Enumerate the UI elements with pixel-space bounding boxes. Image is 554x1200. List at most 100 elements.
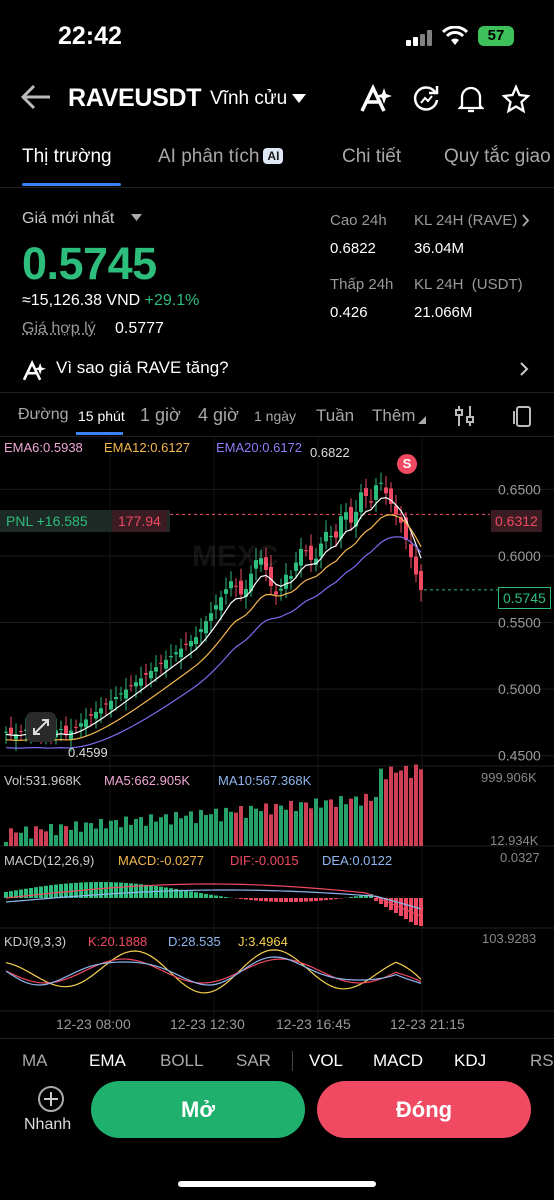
macd-bar (164, 887, 168, 898)
interval-more[interactable]: Thêm (372, 406, 415, 426)
back-arrow-icon[interactable] (20, 82, 52, 112)
volume-bar (54, 835, 58, 846)
volume-bar (259, 811, 263, 846)
open-position-button[interactable]: Mở (91, 1081, 305, 1138)
candle-body (99, 708, 103, 714)
macd-bar (159, 886, 163, 898)
volume-bar (334, 806, 338, 846)
volume-bar (39, 829, 43, 846)
volume-bar (274, 803, 278, 846)
volume-bar (284, 809, 288, 846)
interval-1h[interactable]: 1 giờ (140, 405, 181, 426)
indicator-ma[interactable]: MA (22, 1051, 48, 1071)
macd-bar (299, 898, 303, 902)
macd-bar (269, 898, 273, 902)
macd-bar (224, 897, 228, 898)
volume-bar (209, 814, 213, 846)
refresh-chart-icon[interactable] (412, 84, 440, 114)
volume-bar (4, 842, 8, 846)
volume-bar (344, 804, 348, 846)
macd-bar (404, 898, 408, 919)
macd-bar (129, 883, 133, 898)
ma10-value: MA10:567.368K (218, 773, 312, 788)
interval-line[interactable]: Đường (18, 406, 69, 424)
macd-bar (239, 898, 243, 899)
ema6-value: EMA6:0.5938 (4, 440, 83, 455)
vol-usdt: 21.066M (414, 304, 473, 321)
indicator-settings-icon[interactable] (454, 404, 476, 428)
tab-ai-analysis[interactable]: AI phân tích AI (158, 146, 284, 168)
ai-icon[interactable] (360, 84, 394, 114)
expand-chart-button[interactable] (26, 712, 56, 742)
tab-rules[interactable]: Quy tắc giao (444, 146, 551, 168)
ai-icon (22, 360, 46, 381)
caret-down-icon[interactable] (292, 94, 306, 104)
candle-body (304, 550, 308, 552)
tab-details[interactable]: Chi tiết (342, 146, 401, 168)
volume-bar (169, 824, 173, 846)
quick-add-button[interactable] (38, 1086, 64, 1112)
macd-bar (124, 882, 128, 898)
candle-body (204, 621, 208, 634)
macd-bar (419, 898, 423, 926)
interval-1d[interactable]: 1 ngày (254, 408, 296, 424)
macd-bar (329, 898, 333, 900)
current-price-tag: 0.5745 (498, 587, 551, 609)
vol-rave-label[interactable]: KL 24H (RAVE) (414, 212, 517, 229)
candle-body (164, 659, 168, 669)
volume-bar (119, 827, 123, 846)
volume-bar (114, 820, 118, 846)
candle-body (89, 714, 93, 716)
macd-bar (354, 896, 358, 898)
star-icon[interactable] (502, 84, 530, 114)
candle-body (284, 574, 288, 589)
last-price: 0.5745 (22, 238, 157, 289)
candle-body (354, 511, 358, 527)
macd-bar (324, 898, 328, 901)
macd-bar (334, 898, 338, 900)
candle-body (294, 562, 298, 571)
indicator-ema[interactable]: EMA (89, 1051, 126, 1071)
ema20-value: EMA20:0.6172 (216, 440, 303, 455)
candle-body (279, 588, 283, 591)
candle-body (19, 731, 23, 733)
macd-value: MACD:-0.0277 (118, 853, 204, 868)
change-percent: +29.1% (144, 292, 200, 309)
interval-15m[interactable]: 15 phút (78, 408, 125, 424)
candle-body (119, 693, 123, 695)
indicator-kdj[interactable]: KDJ (454, 1051, 486, 1071)
interval-week[interactable]: Tuần (316, 406, 354, 426)
wifi-icon (442, 26, 468, 45)
battery-level: 57 (487, 27, 505, 44)
candle-body (364, 488, 368, 497)
quick-label[interactable]: Nhanh (24, 1116, 71, 1134)
candle-body (189, 641, 193, 647)
low-24h-label: Thấp 24h (330, 276, 394, 293)
close-position-button[interactable]: Đóng (317, 1081, 531, 1138)
tab-market[interactable]: Thị trường (22, 146, 112, 168)
macd-bar (409, 898, 413, 922)
interval-4h[interactable]: 4 giờ (198, 405, 239, 426)
sell-marker[interactable]: S (397, 454, 417, 474)
indicator-rsi[interactable]: RSI (530, 1051, 554, 1071)
caret-down-icon[interactable] (131, 214, 142, 222)
chevron-right-icon[interactable] (522, 214, 530, 227)
candle-body (114, 697, 118, 700)
fullscreen-icon[interactable] (512, 404, 534, 428)
volume-bar (399, 770, 403, 846)
macd-bar (24, 888, 28, 898)
volume-bar (129, 824, 133, 846)
bell-icon[interactable] (458, 84, 484, 114)
price-reason-link[interactable]: Vì sao giá RAVE tăng? (56, 358, 229, 378)
fair-price-label[interactable]: Giá hợp lý (22, 320, 96, 338)
last-price-label[interactable]: Giá mới nhất (22, 210, 114, 228)
indicator-sar[interactable]: SAR (236, 1051, 271, 1071)
kdj-top-label: 103.9283 (482, 931, 537, 946)
symbol-title[interactable]: RAVEUSDT (68, 84, 202, 113)
contract-type[interactable]: Vĩnh cửu (210, 88, 287, 110)
indicator-boll[interactable]: BOLL (160, 1051, 203, 1071)
indicator-macd[interactable]: MACD (373, 1051, 423, 1071)
indicator-vol[interactable]: VOL (309, 1051, 343, 1071)
macd-bar (319, 898, 323, 901)
chevron-right-icon[interactable] (520, 362, 529, 376)
